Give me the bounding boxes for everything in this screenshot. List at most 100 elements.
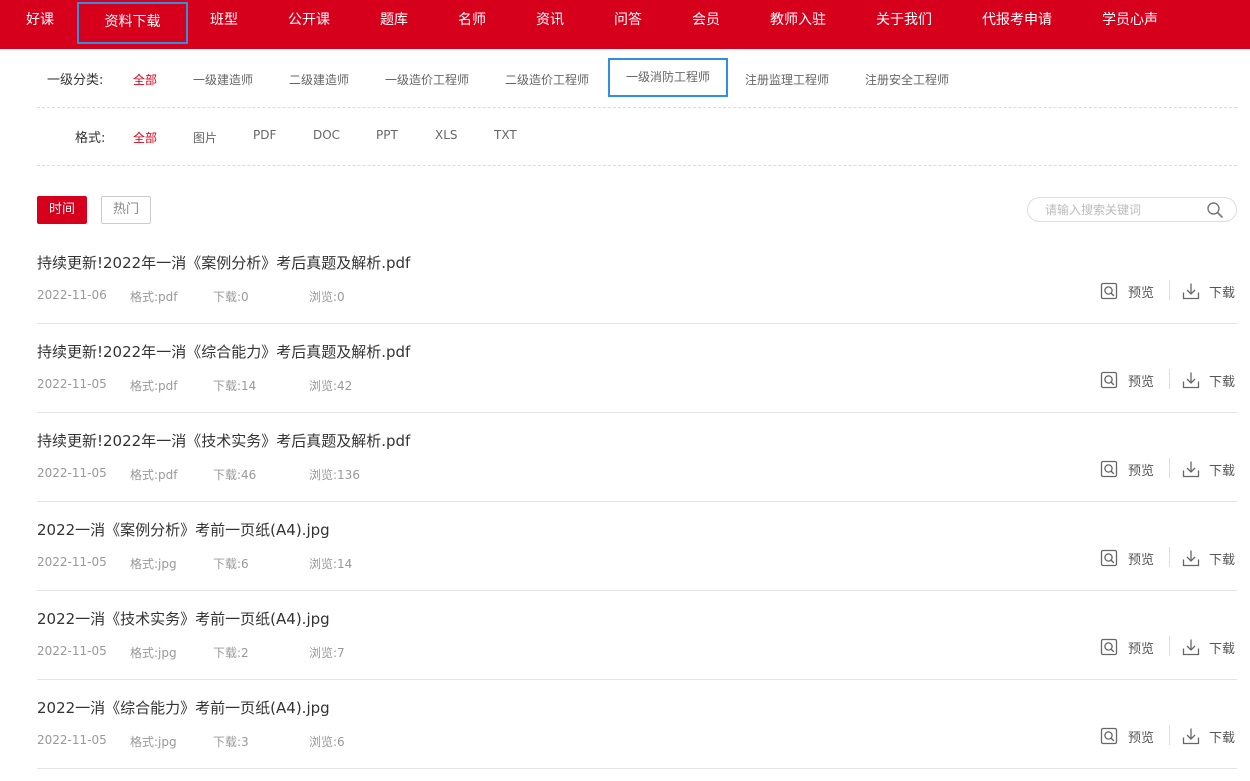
- download-label: 下载: [1209, 375, 1236, 390]
- file-title[interactable]: 2022一消《案例分析》考前一页纸(A4).jpg: [37, 519, 330, 540]
- download-icon: [1182, 728, 1200, 745]
- file-date: 2022-11-05: [37, 555, 107, 569]
- preview-label: 预览: [1128, 286, 1155, 301]
- file-date: 2022-11-05: [37, 466, 107, 480]
- file-title[interactable]: 2022一消《技术实务》考前一页纸(A4).jpg: [37, 608, 330, 629]
- download-icon: [1182, 283, 1200, 300]
- nav-item-membership[interactable]: 会员: [692, 0, 720, 40]
- nav-item-news[interactable]: 资讯: [536, 0, 564, 40]
- download-icon: [1182, 550, 1200, 567]
- preview-icon: [1100, 638, 1118, 656]
- filter-divider: [37, 107, 1237, 108]
- nav-item-teachers[interactable]: 名师: [458, 0, 486, 40]
- sort-by-hot-button[interactable]: 热门: [101, 196, 151, 224]
- preview-icon: [1100, 727, 1118, 745]
- category-option-second-constructor[interactable]: 二级建造师: [289, 71, 349, 88]
- download-label: 下载: [1209, 642, 1236, 657]
- nav-item-question-bank[interactable]: 题库: [380, 0, 408, 40]
- download-icon: [1182, 461, 1200, 478]
- list-item: 2022一消《案例分析》考前一页纸(A4).jpg 2022-11-05 格式:…: [37, 501, 1237, 591]
- category-option-first-cost-engineer[interactable]: 一级造价工程师: [385, 71, 469, 88]
- file-format: 格式:jpg: [130, 646, 177, 660]
- search-input[interactable]: [1045, 201, 1205, 218]
- nav-item-about-us[interactable]: 关于我们: [876, 0, 932, 40]
- file-downloads: 下载:2: [213, 646, 249, 660]
- list-item: 2022一消《技术实务》考前一页纸(A4).jpg 2022-11-05 格式:…: [37, 590, 1237, 680]
- file-views: 浏览:14: [309, 557, 353, 571]
- sort-by-time-button[interactable]: 时间: [37, 196, 87, 224]
- action-divider: [1169, 280, 1170, 300]
- preview-icon: [1100, 282, 1118, 300]
- download-icon: [1182, 639, 1200, 656]
- file-downloads: 下载:46: [213, 468, 257, 482]
- category-option-first-fire-engineer[interactable]: 一级消防工程师: [608, 58, 728, 97]
- file-date: 2022-11-05: [37, 377, 107, 391]
- search-icon[interactable]: [1206, 201, 1224, 219]
- file-format: 格式:jpg: [130, 557, 177, 571]
- file-title[interactable]: 2022一消《综合能力》考前一页纸(A4).jpg: [37, 697, 330, 718]
- file-date: 2022-11-06: [37, 288, 107, 302]
- file-title[interactable]: 持续更新!2022年一消《案例分析》考后真题及解析.pdf: [37, 252, 410, 273]
- category-option-all[interactable]: 全部: [133, 71, 157, 88]
- file-title[interactable]: 持续更新!2022年一消《综合能力》考后真题及解析.pdf: [37, 341, 410, 362]
- action-divider: [1169, 547, 1170, 567]
- nav-item-teacher-join[interactable]: 教师入驻: [770, 0, 826, 40]
- preview-icon: [1100, 371, 1118, 389]
- nav-item-testimonials[interactable]: 学员心声: [1102, 0, 1158, 40]
- list-item: 持续更新!2022年一消《技术实务》考后真题及解析.pdf 2022-11-05…: [37, 412, 1237, 502]
- action-divider: [1169, 458, 1170, 478]
- file-format: 格式:pdf: [130, 468, 178, 482]
- list-item: 2022一消《综合能力》考前一页纸(A4).jpg 2022-11-05 格式:…: [37, 679, 1237, 769]
- nav-item-qa[interactable]: 问答: [614, 0, 642, 40]
- action-divider: [1169, 725, 1170, 745]
- filter-divider: [37, 165, 1237, 166]
- download-label: 下载: [1209, 286, 1236, 301]
- format-option-doc[interactable]: DOC: [313, 128, 340, 142]
- preview-label: 预览: [1128, 375, 1155, 390]
- preview-icon: [1100, 549, 1118, 567]
- top-nav-bar: 好课 资料下载 班型 公开课 题库 名师 资讯 问答 会员 教师入驻 关于我们 …: [0, 0, 1250, 49]
- preview-label: 预览: [1128, 553, 1155, 568]
- preview-label: 预览: [1128, 731, 1155, 746]
- file-format: 格式:pdf: [130, 290, 178, 304]
- file-views: 浏览:7: [309, 646, 345, 660]
- action-divider: [1169, 636, 1170, 656]
- file-date: 2022-11-05: [37, 644, 107, 658]
- file-format: 格式:pdf: [130, 379, 178, 393]
- action-divider: [1169, 369, 1170, 389]
- format-option-ppt[interactable]: PPT: [376, 128, 398, 142]
- category-option-first-constructor[interactable]: 一级建造师: [193, 71, 253, 88]
- download-label: 下载: [1209, 464, 1236, 479]
- format-option-all[interactable]: 全部: [133, 129, 157, 146]
- file-title[interactable]: 持续更新!2022年一消《技术实务》考后真题及解析.pdf: [37, 430, 410, 451]
- list-item: 持续更新!2022年一消《案例分析》考后真题及解析.pdf 2022-11-06…: [37, 234, 1237, 324]
- download-label: 下载: [1209, 553, 1236, 568]
- list-item: 持续更新!2022年一消《综合能力》考后真题及解析.pdf 2022-11-05…: [37, 323, 1237, 413]
- nav-item-open-courses[interactable]: 公开课: [288, 0, 330, 40]
- file-views: 浏览:6: [309, 735, 345, 749]
- file-format: 格式:jpg: [130, 735, 177, 749]
- category-option-safety-engineer[interactable]: 注册安全工程师: [865, 71, 949, 88]
- nav-item-downloads[interactable]: 资料下载: [77, 2, 188, 44]
- format-option-pdf[interactable]: PDF: [253, 128, 276, 142]
- preview-label: 预览: [1128, 464, 1155, 479]
- format-option-txt[interactable]: TXT: [494, 128, 517, 142]
- file-views: 浏览:136: [309, 468, 360, 482]
- category-filter-label: 一级分类:: [47, 73, 104, 88]
- nav-item-exam-registration[interactable]: 代报考申请: [982, 0, 1052, 40]
- category-option-second-cost-engineer[interactable]: 二级造价工程师: [505, 71, 589, 88]
- download-label: 下载: [1209, 731, 1236, 746]
- nav-item-class-types[interactable]: 班型: [210, 0, 238, 40]
- file-downloads: 下载:6: [213, 557, 249, 571]
- format-option-xls[interactable]: XLS: [435, 128, 458, 142]
- nav-item-good-courses[interactable]: 好课: [26, 0, 54, 40]
- format-filter-label: 格式:: [75, 131, 106, 146]
- file-downloads: 下载:3: [213, 735, 249, 749]
- category-option-supervision-engineer[interactable]: 注册监理工程师: [745, 71, 829, 88]
- preview-label: 预览: [1128, 642, 1155, 657]
- file-views: 浏览:42: [309, 379, 353, 393]
- file-views: 浏览:0: [309, 290, 345, 304]
- format-option-image[interactable]: 图片: [193, 129, 217, 146]
- file-downloads: 下载:0: [213, 290, 249, 304]
- search-box: [1027, 197, 1237, 222]
